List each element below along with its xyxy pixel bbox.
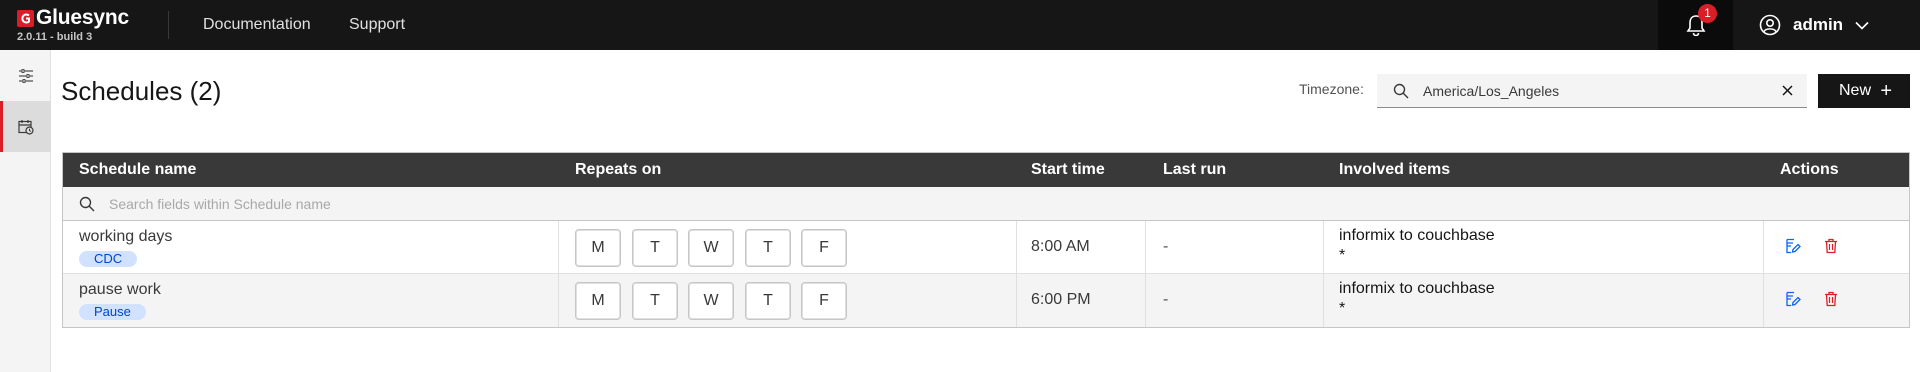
table-filter-input[interactable]: Search fields within Schedule name <box>63 187 1909 221</box>
filter-placeholder: Search fields within Schedule name <box>109 195 331 212</box>
column-divider <box>1323 221 1324 274</box>
schedule-name: working days <box>79 228 173 245</box>
involved-items: informix to couchbase * <box>1339 279 1495 319</box>
day-toggle-tuesday[interactable]: T <box>632 229 678 267</box>
add-icon: + <box>1880 79 1892 102</box>
day-toggle-thursday[interactable]: T <box>745 229 791 267</box>
brand[interactable]: Gluesync 2.0.11 - build 3 <box>17 6 157 43</box>
calendar-clock-icon <box>17 119 34 135</box>
chevron-down-icon <box>1855 21 1869 30</box>
involved-item-detail: * <box>1339 247 1346 264</box>
day-toggle-wednesday[interactable]: W <box>688 229 734 267</box>
app-version: 2.0.11 - build 3 <box>17 31 93 43</box>
column-divider <box>1016 221 1017 274</box>
last-run: - <box>1163 291 1169 308</box>
notification-count-badge: 1 <box>1698 4 1717 23</box>
main-content: Schedules (2) Timezone: America/Los_Ange… <box>51 50 1920 372</box>
timezone-value: America/Los_Angeles <box>1423 82 1560 99</box>
page-title: Schedules (2) <box>61 76 222 106</box>
schedule-type-tag: Pause <box>79 304 146 320</box>
start-time: 6:00 PM <box>1031 291 1091 308</box>
nav-support[interactable]: Support <box>349 0 405 50</box>
notifications-button[interactable]: 1 <box>1658 0 1733 50</box>
involved-item-detail: * <box>1339 300 1346 317</box>
rail-item-pipelines[interactable] <box>0 50 51 101</box>
top-header: Gluesync 2.0.11 - build 3 Documentation … <box>0 0 1920 50</box>
involved-item-name: informix to couchbase <box>1339 280 1495 297</box>
user-name: admin <box>1793 15 1844 34</box>
edit-icon[interactable] <box>1785 238 1801 254</box>
column-divider <box>1763 274 1764 327</box>
column-divider <box>1323 274 1324 327</box>
column-header-repeats-on[interactable]: Repeats on <box>575 153 661 187</box>
table-row: working days CDC M T W T F 8:00 AM - inf… <box>63 221 1909 274</box>
column-divider <box>1145 221 1146 274</box>
edit-icon[interactable] <box>1785 291 1801 307</box>
header-actions: 1 admin <box>1658 0 1920 50</box>
trash-icon[interactable] <box>1824 238 1838 254</box>
schedule-name: pause work <box>79 281 161 298</box>
user-menu-button[interactable]: admin <box>1733 0 1920 50</box>
involved-items: informix to couchbase * <box>1339 226 1495 266</box>
search-icon <box>79 196 95 212</box>
day-toggle-tuesday[interactable]: T <box>632 282 678 320</box>
timezone-label: Timezone: <box>1299 81 1364 97</box>
day-toggle-friday[interactable]: F <box>801 229 847 267</box>
schedule-type-tag: CDC <box>79 251 138 267</box>
header-divider <box>168 11 169 39</box>
last-run: - <box>1163 238 1169 255</box>
column-header-start-time[interactable]: Start time <box>1031 153 1105 187</box>
new-schedule-button[interactable]: New + <box>1818 74 1910 108</box>
column-divider <box>558 274 559 327</box>
involved-item-name: informix to couchbase <box>1339 227 1495 244</box>
sliders-icon <box>18 68 34 83</box>
column-header-actions: Actions <box>1780 161 1839 178</box>
column-divider <box>558 221 559 274</box>
side-rail <box>0 50 51 372</box>
column-divider <box>1016 274 1017 327</box>
column-divider <box>1145 274 1146 327</box>
day-toggle-thursday[interactable]: T <box>745 282 791 320</box>
table-row: pause work Pause M T W T F 6:00 PM - inf… <box>63 274 1909 327</box>
table-header: Schedule name Repeats on Start time Last… <box>63 153 1909 187</box>
new-button-label: New <box>1839 82 1872 99</box>
timezone-search-input[interactable]: America/Los_Angeles <box>1377 74 1807 108</box>
rail-item-schedules[interactable] <box>0 101 51 152</box>
column-divider <box>1763 221 1764 274</box>
nav-documentation[interactable]: Documentation <box>203 0 311 50</box>
column-header-schedule-name[interactable]: Schedule name <box>79 153 196 187</box>
day-toggle-monday[interactable]: M <box>575 282 621 320</box>
user-avatar-icon <box>1759 14 1781 36</box>
day-toggle-wednesday[interactable]: W <box>688 282 734 320</box>
start-time: 8:00 AM <box>1031 238 1090 255</box>
search-icon <box>1393 83 1409 99</box>
gluesync-logo-icon <box>17 9 34 27</box>
column-header-last-run[interactable]: Last run <box>1163 153 1226 187</box>
close-icon[interactable] <box>1767 85 1807 96</box>
trash-icon[interactable] <box>1824 291 1838 307</box>
brand-name: Gluesync <box>36 6 129 29</box>
schedules-table: Schedule name Repeats on Start time Last… <box>62 152 1910 328</box>
column-header-involved-items[interactable]: Involved items <box>1339 153 1450 187</box>
day-toggle-friday[interactable]: F <box>801 282 847 320</box>
day-toggle-monday[interactable]: M <box>575 229 621 267</box>
